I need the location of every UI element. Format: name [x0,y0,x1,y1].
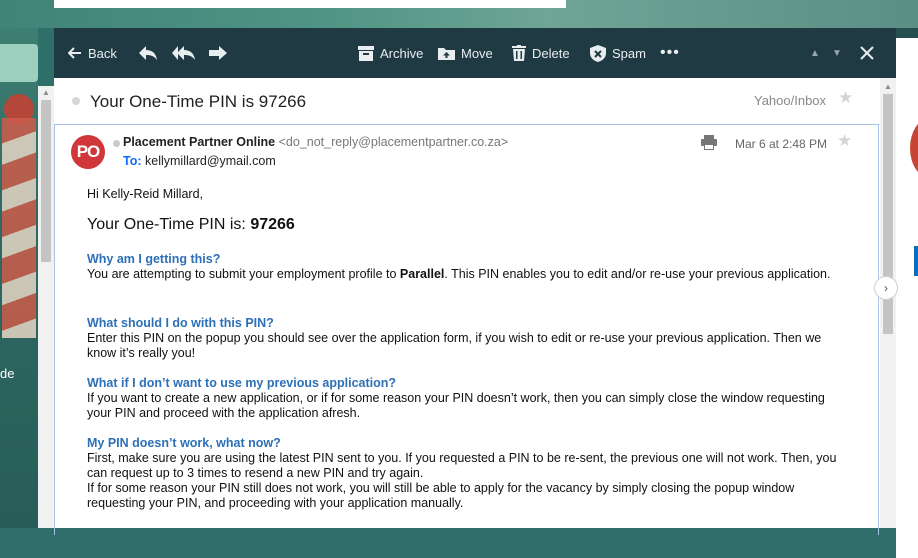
back-button[interactable]: Back [68,28,117,78]
section-text-part: . This PIN enables you to edit and/or re… [444,267,831,281]
message-scrollbar[interactable]: ▲ [880,78,896,528]
right-decor-line [914,246,918,276]
sender-line: Placement Partner Online <do_not_reply@p… [123,135,508,149]
archive-label: Archive [380,45,424,61]
section-what-to-do: What should I do with this PIN? Enter th… [87,315,847,361]
back-label: Back [88,45,117,61]
right-panel [896,38,918,558]
reply-all-button[interactable] [172,28,196,78]
section-why: Why am I getting this? You are attemptin… [87,251,847,282]
chevron-right-icon[interactable]: › [874,276,898,300]
pin-line: Your One-Time PIN is: 97266 [87,216,295,233]
scrollbar-thumb[interactable] [41,100,51,262]
print-button[interactable] [701,135,717,155]
section-not-reuse: What if I don’t want to use my previous … [87,375,847,421]
section-text: Enter this PIN on the popup you should s… [87,331,822,360]
forward-icon [208,45,228,61]
scroll-up-arrow-icon[interactable]: ▲ [41,88,51,97]
avatar: PO [71,135,105,169]
message-star-icon[interactable]: ★ [837,131,852,151]
greeting: Hi Kelly-Reid Millard, [87,187,203,201]
move-folder-icon [438,46,455,60]
lighthouse-tower [2,118,36,338]
delete-button[interactable]: Delete [512,28,570,78]
section-heading: Why am I getting this? [87,252,221,266]
message-date: Mar 6 at 2:48 PM [735,137,828,151]
recipient-address[interactable]: kellymillard@ymail.com [145,154,276,168]
archive-button[interactable]: Archive [358,28,423,78]
pin-prefix: Your One-Time PIN is: [87,216,246,233]
section-text: First, make sure you are using the lates… [87,451,837,480]
background-text: de [0,366,15,381]
section-heading: My PIN doesn’t work, what now? [87,436,281,450]
section-text: If you want to create a new application,… [87,391,825,420]
sender-address[interactable]: <do_not_reply@placementpartner.co.za> [279,135,509,149]
spam-button[interactable]: Spam [590,28,646,78]
message-toolbar: Back Archive Move Delete Spam ••• ▲ ▼ [54,28,896,78]
message-panel: Your One-Time PIN is 97266 Yahoo/Inbox ★… [54,78,896,535]
section-heading: What if I don’t want to use my previous … [87,376,397,390]
forward-button[interactable] [208,28,228,78]
message-card: PO Placement Partner Online <do_not_repl… [54,124,879,535]
star-icon[interactable]: ★ [838,88,853,108]
printer-icon [701,135,717,154]
archive-icon [358,45,374,61]
previous-message-button[interactable]: ▲ [810,28,820,78]
spam-label: Spam [612,45,646,61]
close-icon [860,46,874,60]
section-heading: What should I do with this PIN? [87,316,274,330]
trash-icon [512,45,526,61]
background-left: de [0,28,38,528]
more-options-button[interactable]: ••• [660,28,680,78]
move-label: Move [461,45,493,61]
next-message-button[interactable]: ▼ [832,28,842,78]
scroll-up-arrow-icon[interactable]: ▲ [883,82,893,91]
section-text: If for some reason your PIN still does n… [87,481,795,510]
section-text-part: You are attempting to submit your employ… [87,267,400,281]
subject-row: Your One-Time PIN is 97266 Yahoo/Inbox ★ [54,78,880,125]
sender-status-dot [113,140,120,147]
background-right [896,28,918,558]
reply-all-icon [172,45,196,61]
background-tile [0,44,38,82]
shield-icon [590,44,606,62]
delete-label: Delete [532,45,570,61]
move-button[interactable]: Move [438,28,493,78]
message-subject: Your One-Time PIN is 97266 [90,92,307,111]
company-name: Parallel [399,267,445,281]
section-text: You are attempting to submit your employ… [87,267,847,282]
read-status-dot[interactable] [72,97,80,105]
folder-label: Yahoo/Inbox [754,93,827,108]
to-label: To: [123,154,142,168]
top-search-strip [54,0,566,8]
pin-value: 97266 [250,216,295,233]
reply-icon [138,45,158,61]
sender-name[interactable]: Placement Partner Online [123,135,275,149]
recipient-line: To: kellymillard@ymail.com [123,154,276,168]
arrow-left-icon [68,47,82,59]
list-scrollbar[interactable]: ▲ [38,86,54,528]
section-pin-not-working: My PIN doesn’t work, what now? First, ma… [87,435,847,511]
close-button[interactable] [860,28,874,78]
reply-button[interactable] [138,28,158,78]
